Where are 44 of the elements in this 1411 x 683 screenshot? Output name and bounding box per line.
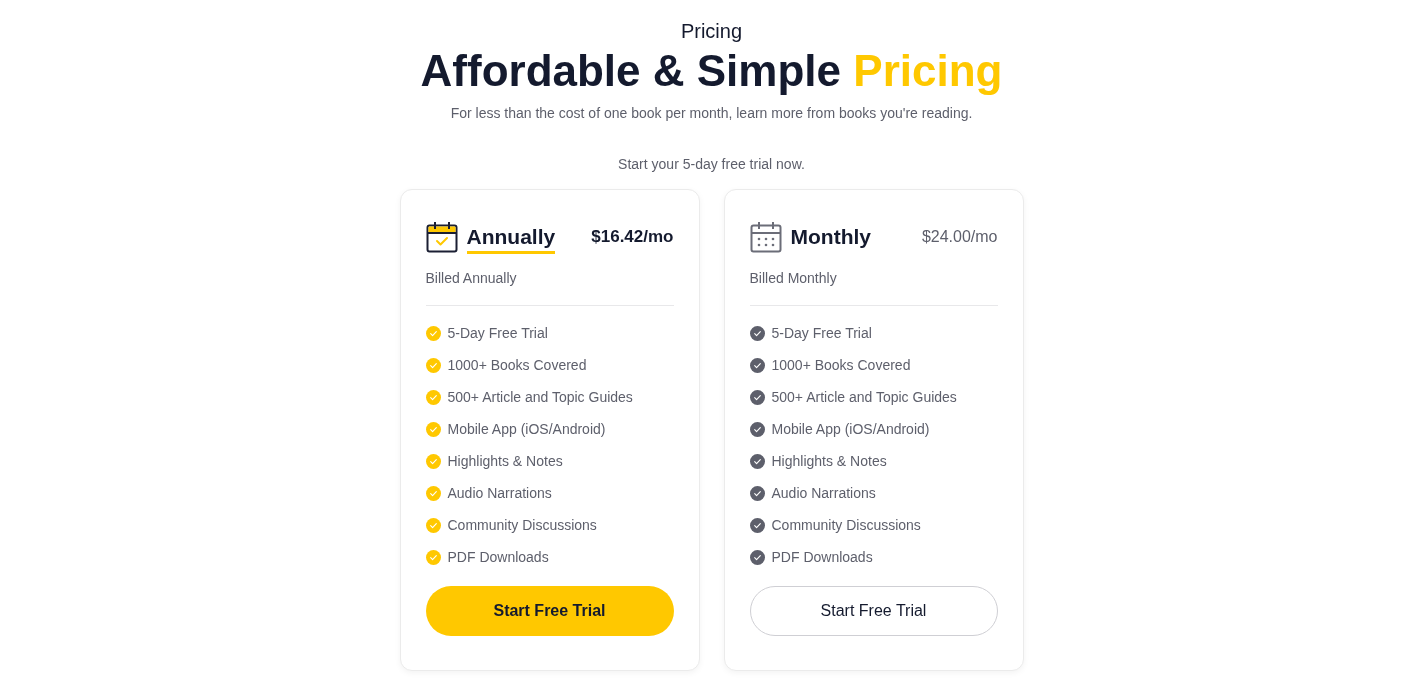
start-trial-button[interactable]: Start Free Trial: [749, 586, 998, 636]
subtitle-text: For less than the cost of one book per month, learn more from books you're reading.: [450, 104, 973, 123]
check-circle-icon: [749, 453, 765, 469]
check-circle-icon: [749, 485, 765, 501]
feature-text: 1000+ Books Covered: [771, 355, 911, 375]
start-trial-button[interactable]: Start Free Trial: [425, 586, 674, 636]
check-circle-icon: [425, 517, 441, 533]
check-circle-icon: [425, 357, 441, 373]
feature-text: 500+ Article and Topic Guides: [447, 387, 633, 407]
feature-text: Mobile App (iOS/Android): [771, 419, 930, 439]
check-circle-icon: [749, 325, 765, 341]
billing-note: Billed Annually: [425, 269, 517, 288]
trial-note: Start your 5-day free trial now.: [618, 155, 805, 174]
plan-name: Monthly: [790, 224, 871, 250]
plan-name: Annually: [466, 223, 556, 254]
feature-text: 1000+ Books Covered: [447, 355, 587, 375]
check-circle-icon: [425, 421, 441, 437]
plan-price: $16.42/mo: [591, 226, 674, 249]
check-circle-icon: [749, 517, 765, 533]
feature-text: Highlights & Notes: [771, 451, 887, 471]
feature-text: PDF Downloads: [771, 547, 873, 567]
check-circle-icon: [425, 453, 441, 469]
plan-price: $24.00/mo: [921, 227, 998, 247]
feature-text: 5-Day Free Trial: [771, 323, 872, 343]
feature-text: Mobile App (iOS/Android): [447, 419, 606, 439]
billing-note: Billed Monthly: [749, 269, 837, 288]
check-circle-icon: [425, 389, 441, 405]
section-eyebrow: Pricing: [680, 19, 743, 43]
feature-text: 500+ Article and Topic Guides: [771, 387, 957, 407]
check-circle-icon: [749, 421, 765, 437]
check-circle-icon: [749, 549, 765, 565]
check-circle-icon: [425, 485, 441, 501]
feature-text: Audio Narrations: [771, 483, 876, 503]
feature-text: PDF Downloads: [447, 547, 549, 567]
feature-text: Community Discussions: [447, 515, 597, 535]
feature-text: Highlights & Notes: [447, 451, 563, 471]
check-circle-icon: [425, 549, 441, 565]
check-circle-icon: [425, 325, 441, 341]
check-circle-icon: [749, 389, 765, 405]
feature-text: Community Discussions: [771, 515, 921, 535]
feature-text: 5-Day Free Trial: [447, 323, 548, 343]
check-circle-icon: [749, 357, 765, 373]
page-heading: Affordable & Simple Pricing: [420, 45, 1003, 97]
feature-text: Audio Narrations: [447, 483, 552, 503]
